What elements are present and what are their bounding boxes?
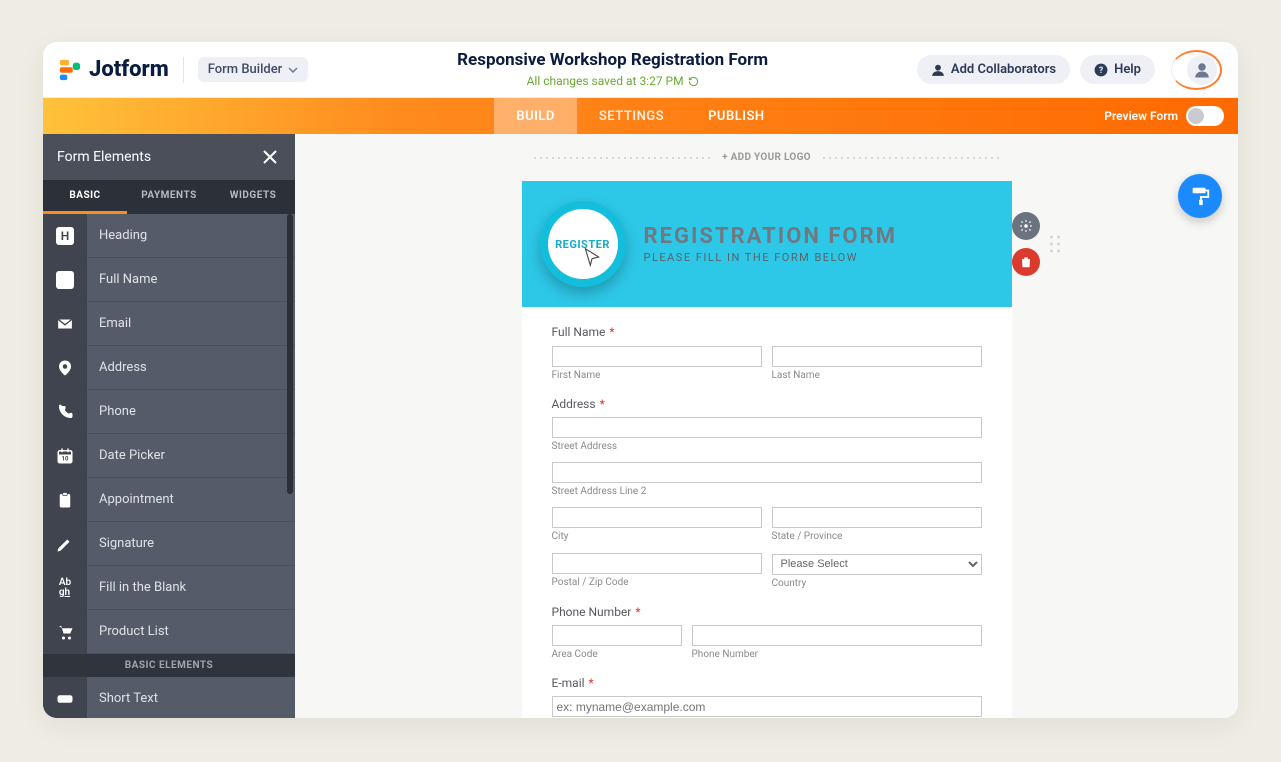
add-logo-button[interactable]: + ADD YOUR LOGO bbox=[722, 152, 811, 163]
required-star: * bbox=[589, 676, 594, 690]
cursor-icon bbox=[582, 247, 602, 267]
banner-subtitle: PLEASE FILL IN THE FORM BELOW bbox=[644, 251, 994, 264]
jotform-logo-icon bbox=[59, 59, 81, 81]
save-status: All changes saved at 3:27 PM bbox=[527, 74, 699, 88]
address-label: Address bbox=[552, 397, 596, 411]
form-header-element[interactable]: REGISTER REGISTRATION FORM PLEASE FILL I… bbox=[522, 181, 1012, 307]
user-icon bbox=[1193, 61, 1211, 79]
sidebar-item-datepicker[interactable]: 10Date Picker bbox=[43, 434, 295, 478]
add-collaborators-button[interactable]: Add Collaborators bbox=[917, 55, 1070, 84]
required-star: * bbox=[635, 605, 640, 619]
country-select[interactable]: Please Select bbox=[772, 554, 982, 575]
calendar-icon: 10 bbox=[56, 447, 74, 465]
sidebar-tab-basic[interactable]: BASIC bbox=[43, 180, 127, 214]
areacode-sublabel: Area Code bbox=[552, 649, 682, 660]
street2-sublabel: Street Address Line 2 bbox=[552, 486, 982, 497]
clipboard-icon bbox=[56, 491, 74, 509]
preview-form-toggle[interactable] bbox=[1186, 106, 1224, 126]
phone-label: Phone Number bbox=[552, 605, 632, 619]
help-icon: ? bbox=[1094, 63, 1108, 77]
signature-icon bbox=[56, 535, 74, 553]
register-badge: REGISTER bbox=[540, 201, 626, 287]
sidebar-item-address[interactable]: Address bbox=[43, 346, 295, 390]
vertical-divider bbox=[183, 57, 184, 83]
logo-text: Jotform bbox=[89, 57, 169, 82]
required-star: * bbox=[609, 325, 614, 339]
help-button[interactable]: ? Help bbox=[1080, 55, 1155, 84]
firstname-sublabel: First Name bbox=[552, 370, 762, 381]
location-icon bbox=[56, 359, 74, 377]
email-input[interactable] bbox=[552, 696, 982, 717]
sidebar-item-email[interactable]: Email bbox=[43, 302, 295, 346]
tab-settings[interactable]: SETTINGS bbox=[577, 98, 686, 134]
user-icon bbox=[56, 271, 74, 289]
city-input[interactable] bbox=[552, 507, 762, 528]
fillblank-icon: Abgh bbox=[59, 578, 71, 598]
tab-publish[interactable]: PUBLISH bbox=[686, 98, 787, 134]
preview-form-label: Preview Form bbox=[1104, 109, 1178, 123]
user-avatar[interactable] bbox=[1171, 50, 1222, 90]
phone-icon bbox=[56, 403, 74, 421]
sidebar-item-phone[interactable]: Phone bbox=[43, 390, 295, 434]
banner-title: REGISTRATION FORM bbox=[644, 224, 994, 249]
country-sublabel: Country bbox=[772, 578, 982, 589]
sidebar-item-shorttext[interactable]: Short Text bbox=[43, 677, 295, 718]
heading-icon: H bbox=[56, 227, 74, 245]
drag-handle[interactable] bbox=[1050, 236, 1060, 253]
chevron-down-icon bbox=[288, 65, 298, 75]
areacode-input[interactable] bbox=[552, 625, 682, 646]
phonenumber-input[interactable] bbox=[692, 625, 982, 646]
lastname-input[interactable] bbox=[772, 346, 982, 367]
divider-dots bbox=[532, 157, 712, 159]
divider-dots bbox=[821, 157, 1001, 159]
cart-icon bbox=[56, 623, 74, 641]
sidebar-item-fullname[interactable]: Full Name bbox=[43, 258, 295, 302]
element-settings-button[interactable] bbox=[1012, 212, 1040, 240]
paint-roller-icon bbox=[1189, 185, 1211, 207]
phonenumber-sublabel: Phone Number bbox=[692, 649, 982, 660]
user-icon bbox=[931, 63, 945, 77]
postal-sublabel: Postal / Zip Code bbox=[552, 577, 762, 588]
street2-input[interactable] bbox=[552, 462, 982, 483]
svg-text:?: ? bbox=[1099, 65, 1104, 75]
tab-build[interactable]: BUILD bbox=[494, 98, 577, 134]
email-icon bbox=[56, 315, 74, 333]
trash-icon bbox=[1019, 255, 1033, 269]
sidebar-item-signature[interactable]: Signature bbox=[43, 522, 295, 566]
fullname-label: Full Name bbox=[552, 325, 606, 339]
sidebar-title: Form Elements bbox=[57, 149, 151, 165]
close-icon bbox=[263, 150, 277, 164]
sidebar-tab-payments[interactable]: PAYMENTS bbox=[127, 180, 211, 214]
sidebar-item-fillblank[interactable]: AbghFill in the Blank bbox=[43, 566, 295, 610]
element-delete-button[interactable] bbox=[1012, 248, 1040, 276]
form-builder-dropdown[interactable]: Form Builder bbox=[198, 57, 309, 82]
basic-elements-section: BASIC ELEMENTS bbox=[43, 654, 295, 677]
form-title[interactable]: Responsive Workshop Registration Form bbox=[308, 50, 917, 70]
history-icon bbox=[688, 76, 699, 87]
state-sublabel: State / Province bbox=[772, 531, 982, 542]
logo[interactable]: Jotform bbox=[59, 57, 169, 82]
street-sublabel: Street Address bbox=[552, 441, 982, 452]
required-star: * bbox=[600, 397, 605, 411]
firstname-input[interactable] bbox=[552, 346, 762, 367]
shorttext-icon bbox=[56, 690, 74, 708]
sidebar-scrollbar[interactable] bbox=[287, 214, 293, 494]
email-label: E-mail bbox=[552, 676, 585, 690]
gear-icon bbox=[1019, 219, 1033, 233]
sidebar-item-productlist[interactable]: Product List bbox=[43, 610, 295, 654]
state-input[interactable] bbox=[772, 507, 982, 528]
sidebar-item-heading[interactable]: HHeading bbox=[43, 214, 295, 258]
form-designer-fab[interactable] bbox=[1178, 174, 1222, 218]
svg-text:10: 10 bbox=[62, 455, 69, 462]
street-input[interactable] bbox=[552, 417, 982, 438]
sidebar-tab-widgets[interactable]: WIDGETS bbox=[211, 180, 295, 214]
sidebar-item-appointment[interactable]: Appointment bbox=[43, 478, 295, 522]
postal-input[interactable] bbox=[552, 553, 762, 574]
lastname-sublabel: Last Name bbox=[772, 370, 982, 381]
close-sidebar-button[interactable] bbox=[259, 146, 281, 168]
city-sublabel: City bbox=[552, 531, 762, 542]
